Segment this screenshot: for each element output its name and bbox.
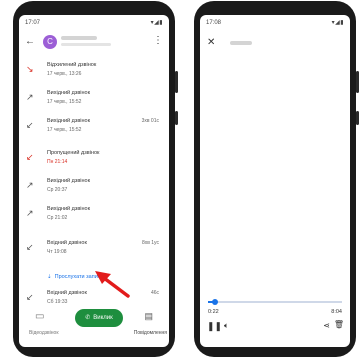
video-call-icon[interactable]: ▭ <box>35 311 44 322</box>
volume-rocker <box>175 71 178 93</box>
call-title: Пропущений дзвінок <box>47 150 100 156</box>
call-title: Вихідний дзвінок <box>47 178 91 184</box>
blurred-contact-name <box>61 36 97 40</box>
video-call-label: Відеодзвінок <box>29 330 59 336</box>
missed-call-icon: ↙ <box>26 152 34 162</box>
incoming-call-icon: ↙ <box>26 242 34 252</box>
call-button-label: Виклик <box>93 315 113 321</box>
list-item[interactable]: ↗ Вихідний дзвінок Ср 20:37 <box>19 175 169 197</box>
call-duration: 3хв 01с <box>141 118 159 124</box>
list-item[interactable]: ↘ Відхилений дзвінок 17 черв., 13:26 <box>19 59 169 81</box>
right-phone: 17:08 ▾◢▮ ✕ 0:22 8:04 ❚❚ 🔈︎ ⋖ 🗑︎ <box>194 1 359 357</box>
left-phone: 17:07 ▾◢▮ ← C ⋮ ↘ Відхилений дзвінок 17 … <box>13 1 178 357</box>
list-item[interactable]: ↙ Пропущений дзвінок Пн 21:14 <box>19 147 169 169</box>
recording-player-screen: 17:08 ▾◢▮ ✕ 0:22 8:04 ❚❚ 🔈︎ ⋖ 🗑︎ <box>200 15 350 347</box>
call-button[interactable]: ✆ Виклик <box>75 309 123 327</box>
call-time: Пн 21:14 <box>47 159 68 165</box>
call-time: 17 черв., 13:26 <box>47 71 82 77</box>
share-icon[interactable]: ⋖ <box>323 321 330 330</box>
incoming-call-icon: ↙ <box>26 292 34 302</box>
status-bar: 17:07 ▾◢▮ <box>19 15 169 31</box>
blurred-contact-name <box>230 41 252 45</box>
list-item[interactable]: ↙ Вихідний дзвінок 17 черв., 15:52 3хв 0… <box>19 115 169 137</box>
call-title: Відхилений дзвінок <box>47 62 97 68</box>
total-time: 8:04 <box>331 309 342 315</box>
status-icons: ▾◢▮ <box>150 20 163 26</box>
listen-recording-link[interactable]: ⇣ Прослухати запис <box>47 274 101 280</box>
status-icons: ▾◢▮ <box>331 20 344 26</box>
incoming-call-icon: ↙ <box>26 120 34 130</box>
blurred-contact-number <box>61 43 111 46</box>
phone-icon: ✆ <box>85 315 91 321</box>
outgoing-call-icon: ↗ <box>26 180 34 190</box>
call-time: 17 черв., 15:52 <box>47 127 82 133</box>
call-time: Чт 19:08 <box>47 249 67 255</box>
rejected-call-icon: ↘ <box>26 64 34 74</box>
list-item[interactable]: ↗ Вихідний дзвінок Ср 21:02 <box>19 203 169 225</box>
list-item[interactable]: ↗ Вихідний дзвінок 17 черв., 15:52 <box>19 87 169 109</box>
status-time: 17:07 <box>25 20 41 26</box>
outgoing-call-icon: ↗ <box>26 208 34 218</box>
volume-icon[interactable]: 🔈︎ <box>224 321 229 331</box>
close-icon[interactable]: ✕ <box>207 37 215 48</box>
progress-knob[interactable] <box>211 299 218 305</box>
call-title: Вихідний дзвінок <box>47 206 91 212</box>
power-button <box>175 111 178 125</box>
listen-recording-label: Прослухати запис <box>54 274 101 280</box>
message-label: Повідомлення <box>133 330 167 336</box>
power-button <box>356 111 359 125</box>
avatar: C <box>43 35 57 49</box>
status-time: 17:08 <box>206 20 222 26</box>
playback-progress-bar[interactable] <box>208 299 342 305</box>
message-icon[interactable]: ▤ <box>144 311 153 322</box>
call-time: Ср 20:37 <box>47 187 68 193</box>
current-time: 0:22 <box>208 309 219 315</box>
call-time: Ср 21:02 <box>47 215 68 221</box>
list-item[interactable]: ↙ Вхідний дзвінок Чт 19:08 8хв 1ус <box>19 237 169 259</box>
delete-icon[interactable]: 🗑︎ <box>334 320 344 329</box>
contact-header: ← C ⋮ <box>19 31 169 55</box>
more-options-icon[interactable]: ⋮ <box>153 35 163 46</box>
bottom-actions: ▭ Відеодзвінок ✆ Виклик ▤ Повідомлення <box>19 305 169 347</box>
call-history-screen: 17:07 ▾◢▮ ← C ⋮ ↘ Відхилений дзвінок 17 … <box>19 15 169 347</box>
call-title: Вихідний дзвінок <box>47 118 91 124</box>
call-duration: 46с <box>150 290 159 296</box>
call-title: Вхідний дзвінок <box>47 240 87 246</box>
pause-icon[interactable]: ❚❚ <box>207 321 222 332</box>
status-bar: 17:08 ▾◢▮ <box>200 15 350 31</box>
call-title: Вхідний дзвінок <box>47 290 87 296</box>
call-title: Вихідний дзвінок <box>47 90 91 96</box>
call-time: 17 черв., 15:52 <box>47 99 82 105</box>
outgoing-call-icon: ↗ <box>26 92 34 102</box>
volume-rocker <box>356 71 359 93</box>
back-arrow-icon[interactable]: ← <box>25 36 35 47</box>
download-icon: ⇣ <box>47 274 52 280</box>
call-duration: 8хв 1ус <box>141 240 159 246</box>
